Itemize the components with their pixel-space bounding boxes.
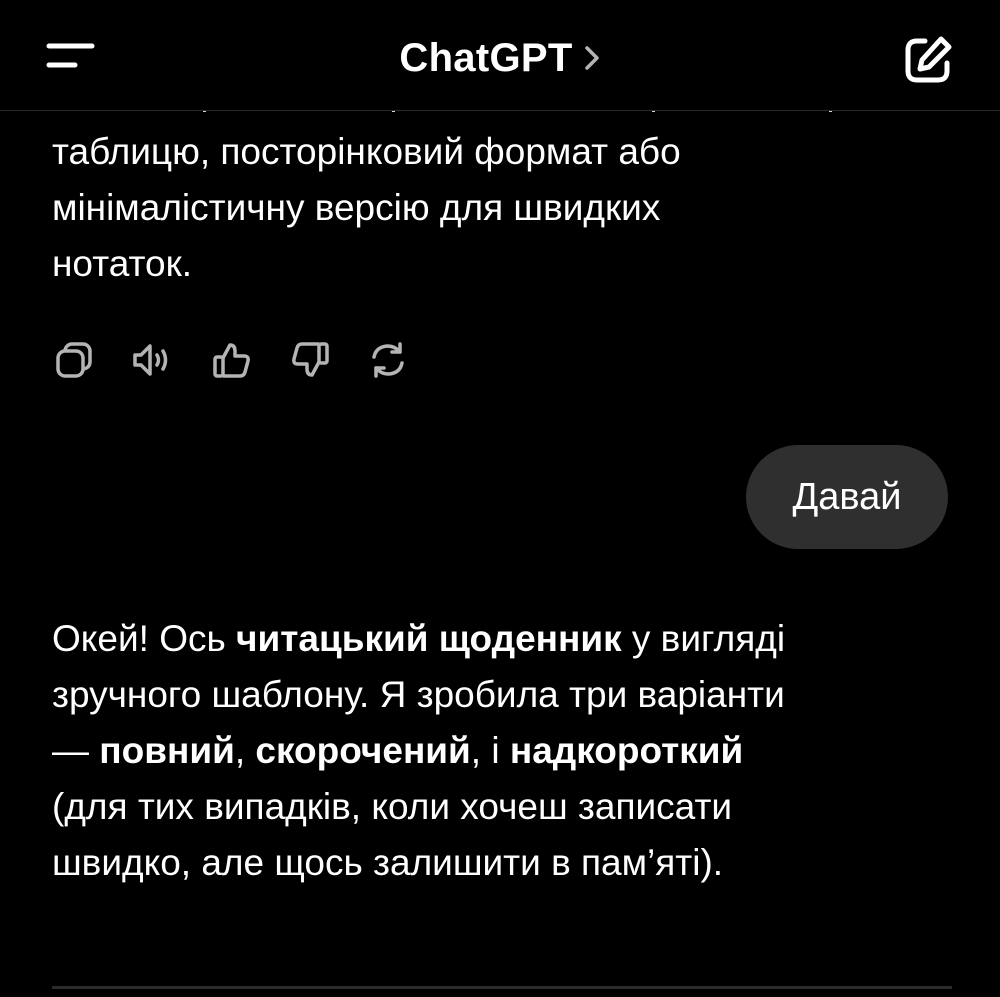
new-chat-icon [905,36,952,83]
assistant-message: таблицю, посторінковий формат або мініма… [52,124,952,292]
app-title: ChatGPT [399,36,573,80]
user-message-bubble: Давай [746,445,948,549]
thumbs-up-icon [213,343,250,378]
text-span: Окей! Ось [52,618,237,659]
text-span: , [234,730,256,771]
top-bar: ChatGPT [0,0,1000,111]
chevron-right-icon [584,46,599,70]
message-line: (для тих випадків, коли хочеш записати [52,786,733,827]
text-span: у вигляді [621,618,786,659]
read-aloud-icon [133,344,168,376]
bold-text: читацький щоденник [236,618,622,659]
regenerate-icon [372,342,404,378]
text-span: , і [470,730,510,771]
model-selector[interactable]: ChatGPT [399,34,600,82]
bold-text: повний [99,730,235,771]
divider [52,986,952,989]
thumbs-up-button[interactable] [210,338,254,382]
text-span: — [52,730,100,771]
thumbs-down-icon [292,342,329,377]
copy-icon [56,342,92,378]
bold-text: скорочений [255,730,471,771]
message-line: мінімалістичну версію для швидких [52,187,661,228]
menu-button[interactable] [40,30,102,86]
user-message-text: Давай [792,475,902,518]
menu-icon [46,43,95,68]
message-line: зручного шаблону. Я зробила три варіанти [52,674,785,715]
regenerate-button[interactable] [366,338,410,382]
message-line: нотаток. [52,243,193,284]
read-aloud-button[interactable] [130,338,174,382]
bold-text: надкороткий [509,730,744,771]
message-line: — повний, скорочений, і надкороткий [52,723,952,779]
message-line: таблицю, посторінковий формат або [52,131,681,172]
thumbs-down-button[interactable] [288,338,332,382]
copy-button[interactable] [52,338,96,382]
assistant-message: Окей! Ось читацький щоденник у вигляді з… [52,611,952,891]
message-line: Окей! Ось читацький щоденник у вигляді [52,611,952,667]
new-chat-button[interactable] [898,30,958,90]
message-line: швидко, але щось залишити в пам’яті). [52,842,724,883]
